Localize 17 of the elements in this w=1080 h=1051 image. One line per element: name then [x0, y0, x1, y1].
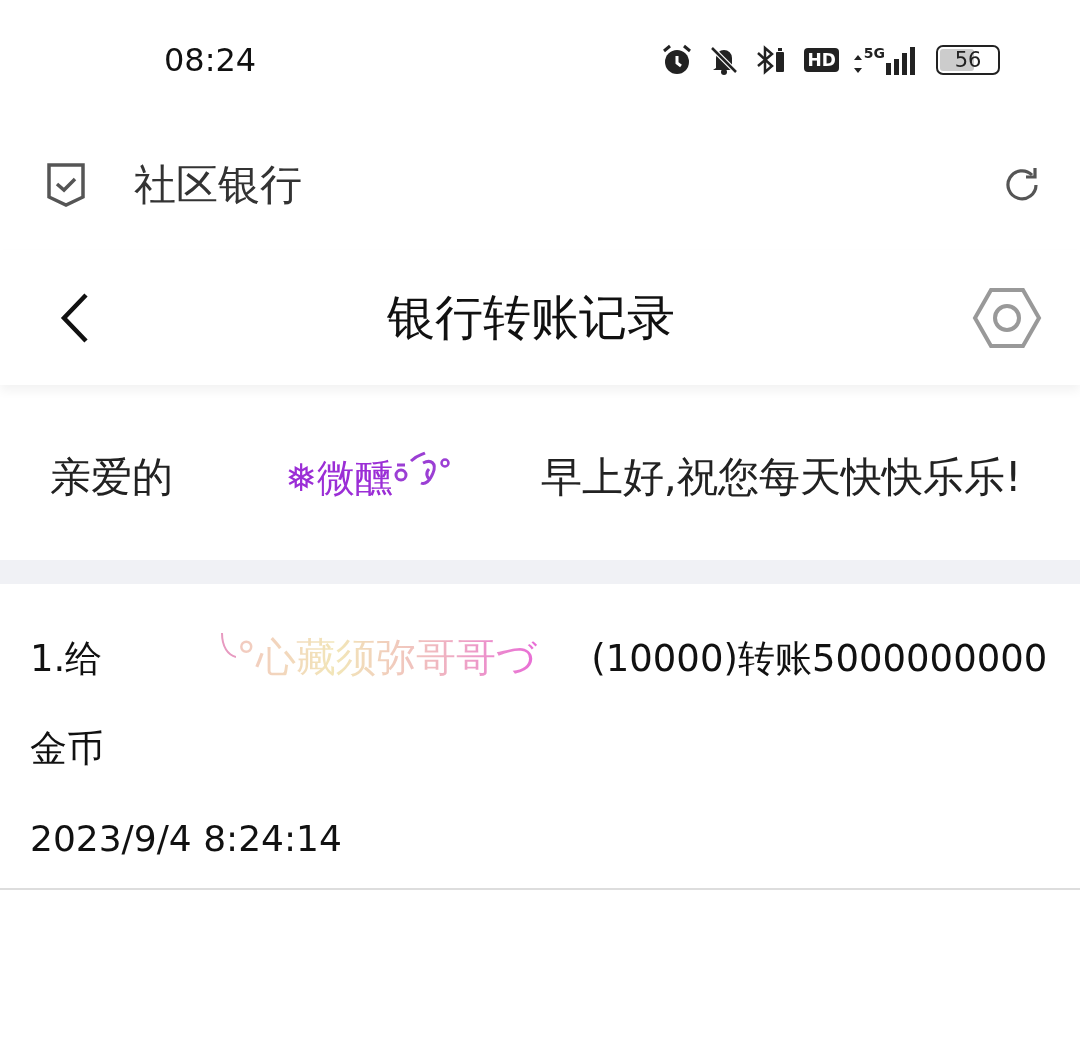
battery-indicator: 56 [936, 45, 1000, 75]
transfer-time: 2023/9/4 8:24:14 [30, 817, 343, 861]
network-label: 5G [863, 45, 885, 61]
signal-icon [886, 45, 916, 75]
status-time: 08:24 [164, 41, 257, 79]
shield-check-icon [46, 162, 86, 208]
settings-icon[interactable] [972, 286, 1042, 349]
user-name: °心藏须弥哥哥づ [220, 634, 538, 680]
data-arrows-icon [852, 53, 863, 75]
transfer-text: 1.给 °心藏须弥哥哥づ (10000)转账5000000000金币 [30, 612, 1060, 794]
hd-badge: HD [804, 48, 839, 72]
user-name: ❅微醺 [285, 456, 451, 500]
page-title: 银行转账记录 [387, 287, 675, 347]
greeting-text: 亲爱的 ❅微醺 早上好,祝您每天快快乐乐! [49, 450, 1023, 503]
app-title: 社区银行 [134, 159, 303, 211]
curve-icon [220, 631, 237, 661]
back-icon[interactable] [60, 291, 90, 344]
